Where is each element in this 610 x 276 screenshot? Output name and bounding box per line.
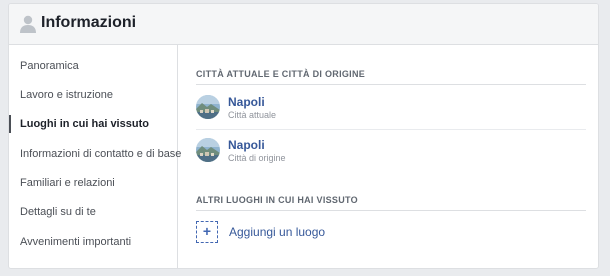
sidebar-item-panoramica[interactable]: Panoramica	[9, 54, 177, 78]
sidebar-item-avvenimenti[interactable]: Avvenimenti importanti	[9, 230, 177, 254]
place-current-city[interactable]: Napoli Città attuale	[196, 95, 586, 127]
plus-icon[interactable]: +	[196, 221, 218, 243]
city-photo-icon	[196, 95, 220, 119]
card-header: Informazioni	[9, 4, 598, 45]
divider	[196, 129, 586, 130]
sidebar-item-familiari[interactable]: Familiari e relazioni	[9, 171, 177, 195]
person-icon	[18, 14, 38, 34]
section-title-current-hometown: CITTÀ ATTUALE E CITTÀ DI ORIGINE	[196, 69, 586, 85]
place-name[interactable]: Napoli	[228, 138, 265, 152]
sidebar-item-dettagli[interactable]: Dettagli su di te	[9, 200, 177, 224]
sidebar-item-contatto[interactable]: Informazioni di contatto e di base	[9, 142, 181, 166]
add-place-button[interactable]: + Aggiungi un luogo	[196, 221, 396, 247]
city-photo-icon	[196, 138, 220, 162]
page-title: Informazioni	[41, 14, 137, 31]
place-subtitle: Città di origine	[228, 153, 286, 163]
sidebar-item-luoghi[interactable]: Luoghi in cui hai vissuto	[9, 112, 177, 136]
sidebar-item-lavoro-istruzione[interactable]: Lavoro e istruzione	[9, 83, 177, 107]
about-card: Informazioni Panoramica Lavoro e istruzi…	[8, 3, 599, 269]
place-hometown[interactable]: Napoli Città di origine	[196, 138, 586, 170]
section-title-other-places: ALTRI LUOGHI IN CUI HAI VISSUTO	[196, 195, 586, 211]
sidebar: Panoramica Lavoro e istruzione Luoghi in…	[9, 45, 181, 268]
place-subtitle: Città attuale	[228, 110, 277, 120]
place-name[interactable]: Napoli	[228, 95, 265, 109]
add-place-label[interactable]: Aggiungi un luogo	[229, 225, 325, 239]
